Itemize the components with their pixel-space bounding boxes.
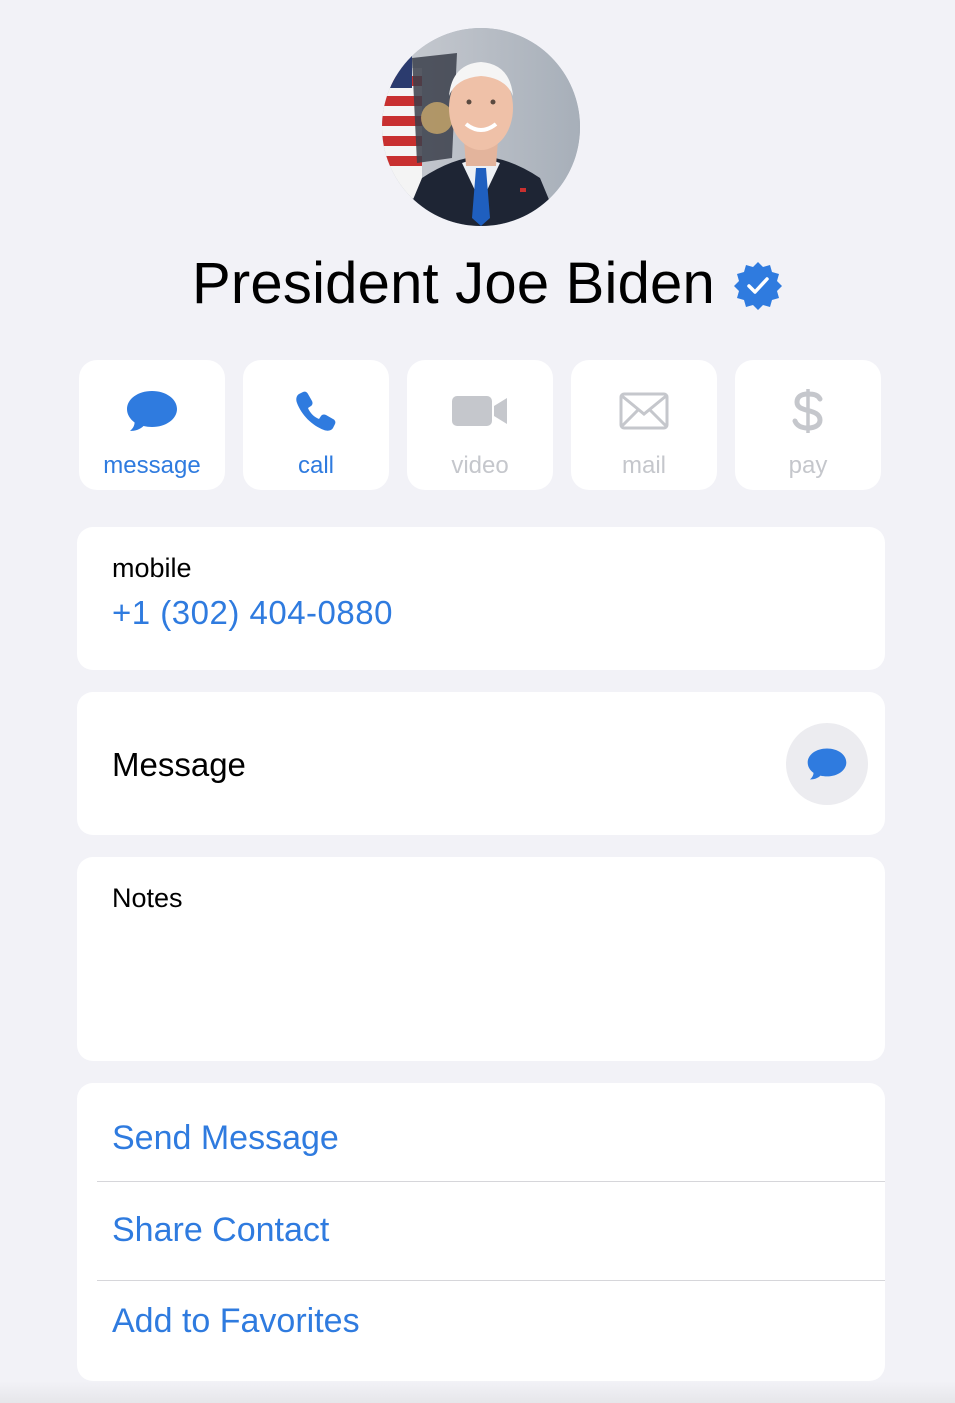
share-contact-link[interactable]: Share Contact — [112, 1211, 329, 1250]
notes-label: Notes — [112, 883, 183, 913]
message-row-label: Message — [112, 746, 246, 783]
contact-options-card: Send Message Share Contact Add to Favori… — [77, 1083, 885, 1381]
quick-actions: message call video mail pay — [79, 360, 881, 490]
divider — [97, 1280, 885, 1281]
contact-photo[interactable] — [382, 28, 580, 226]
divider — [97, 1181, 885, 1182]
portrait-image — [382, 28, 580, 226]
video-action-label: video — [451, 452, 509, 479]
contact-header: President Joe Biden — [0, 248, 955, 318]
pay-action-button[interactable]: pay — [735, 360, 881, 490]
video-action-button[interactable]: video — [407, 360, 553, 490]
dollar-icon — [792, 389, 823, 433]
mail-action-button[interactable]: mail — [571, 360, 717, 490]
notes-card[interactable]: Notes — [77, 857, 885, 1061]
add-to-favorites-link[interactable]: Add to Favorites — [112, 1302, 360, 1341]
message-bubble-icon — [127, 391, 177, 431]
phone-icon — [296, 391, 336, 431]
message-bubble-icon — [807, 748, 847, 780]
message-action-label: message — [103, 452, 201, 479]
call-action-button[interactable]: call — [243, 360, 389, 490]
send-message-link[interactable]: Send Message — [112, 1119, 339, 1158]
message-action-button[interactable]: message — [79, 360, 225, 490]
phone-number[interactable]: +1 (302) 404-0880 — [112, 594, 850, 632]
verified-badge-icon — [733, 262, 782, 310]
phone-number-card[interactable]: mobile +1 (302) 404-0880 — [77, 527, 885, 670]
contact-name: President Joe Biden — [192, 250, 715, 316]
pay-action-label: pay — [788, 452, 828, 479]
mail-action-label: mail — [621, 452, 666, 479]
bottom-edge — [0, 1381, 955, 1403]
message-row-card[interactable]: Message — [77, 692, 885, 835]
envelope-icon — [619, 392, 669, 430]
call-action-label: call — [297, 452, 334, 479]
message-row-button[interactable] — [786, 723, 868, 805]
video-camera-icon — [452, 396, 507, 426]
phone-label: mobile — [112, 553, 192, 583]
